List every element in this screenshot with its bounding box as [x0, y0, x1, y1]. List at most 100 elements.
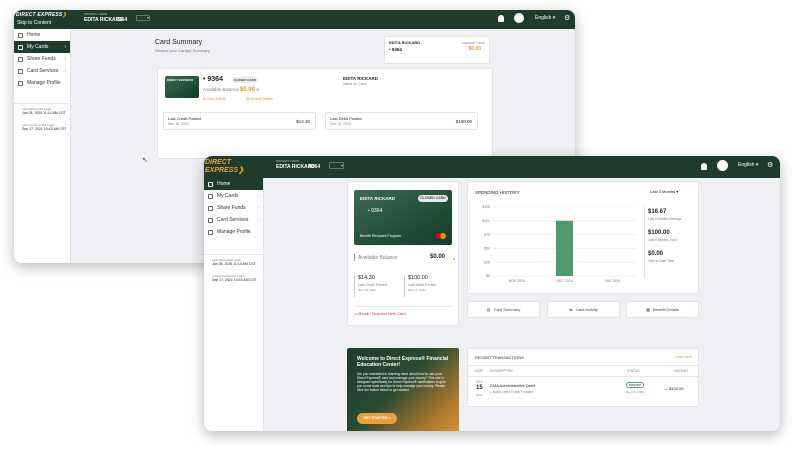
last-debit-date: Dec 15, 2024	[330, 122, 351, 126]
y-tick-label: $100	[482, 219, 490, 223]
card-summary-button[interactable]: ▤ Card Summary	[467, 301, 540, 318]
last-credit-label: Last Credit Posted	[168, 116, 201, 121]
txn-description: CMA Administrative Debit	[490, 383, 536, 388]
card-activity-button-label: Card Activity	[575, 307, 598, 312]
y-tick-label: $50	[484, 247, 490, 251]
services-icon	[208, 217, 213, 223]
transactions-title: RECENT TRANSACTIONS	[475, 355, 524, 360]
mini-card-balance: $0.00	[468, 46, 481, 52]
sidebar-item-share-funds[interactable]: Share Funds ›	[14, 53, 70, 65]
range-select-label: Last 3 Months	[650, 189, 676, 194]
last-credit-label: Last Credit Posted	[358, 283, 387, 287]
x-tick-label: JAN 2025	[604, 279, 619, 283]
chevron-down-icon: ▾	[676, 189, 679, 194]
sidebar-item-label: Card Services	[217, 217, 249, 223]
bell-icon[interactable]	[701, 163, 707, 170]
bell-icon[interactable]	[498, 15, 504, 22]
info-icon: ●	[256, 87, 259, 92]
sidebar-item-manage-profile[interactable]: Manage Profile	[14, 77, 70, 89]
profile-icon	[208, 229, 213, 235]
sidebar: Home My Cards › Share Funds › Card Service…	[14, 29, 71, 263]
page-title: Card Summary	[155, 39, 203, 46]
col-description-header: DESCRIPTION	[490, 369, 513, 373]
language-label: English	[535, 15, 552, 21]
sidebar-item-label: Home	[27, 32, 41, 38]
sidebar-item-label: Home	[217, 181, 231, 187]
skip-to-content-link[interactable]: Skip to Content	[17, 20, 51, 26]
sidebar-item-card-services[interactable]: Card Services ›	[204, 214, 263, 226]
sidebar-item-manage-profile[interactable]: Manage Profile	[204, 226, 263, 238]
last-credit-date: Nov 18, 2024	[358, 288, 376, 292]
header-card-number: 9364	[116, 17, 128, 23]
range-select[interactable]: Last 3 Months ▾	[650, 189, 678, 194]
profile-icon	[18, 80, 23, 86]
card-activity-button[interactable]: ⇆ Card Activity	[547, 301, 620, 318]
sidebar-item-my-cards[interactable]: My Cards ›	[14, 41, 70, 53]
sidebar-item-card-services[interactable]: Card Services ›	[14, 65, 70, 77]
primary-card-label: PRIMARY CARD	[84, 12, 107, 16]
home-icon	[18, 32, 23, 38]
six-month-average-label: Last 6 Months Average	[648, 217, 682, 221]
sidebar-item-my-cards[interactable]: My Cards ›	[204, 190, 263, 202]
y-tick-label: $75	[484, 233, 490, 237]
mini-card-number: • 9364	[389, 47, 402, 52]
language-select[interactable]: English ▾	[738, 162, 758, 168]
last-credit-value: $14.30	[296, 119, 310, 124]
txn-amount: — $100.00	[664, 386, 684, 391]
sidebar-item-share-funds[interactable]: Share Funds ›	[204, 202, 263, 214]
get-started-button[interactable]: GET STARTED »	[357, 413, 397, 424]
x-tick-label: DEC 2024	[556, 279, 572, 283]
mini-card-tile[interactable]: EDITA RICKARD PRIMARY CARD • 9364 $0.00	[384, 36, 490, 64]
status-badge: POSTED	[626, 382, 644, 388]
available-balance-value: $0.00	[239, 87, 255, 93]
col-status-header: STATUS	[627, 369, 640, 373]
last-debit-value: $100.00	[455, 119, 472, 124]
recent-transactions-panel: RECENT TRANSACTIONS View More DATE DESCR…	[467, 348, 699, 407]
view-more-link[interactable]: View More	[676, 355, 692, 359]
sidebar-item-home[interactable]: Home	[204, 178, 263, 190]
mouse-cursor-icon: ↖	[142, 157, 148, 164]
ytd-total-label: Year to Date Total	[648, 259, 675, 263]
sidebar-item-label: Share Funds	[27, 56, 56, 62]
available-balance-label: Available Balance	[358, 255, 398, 261]
gear-icon[interactable]: ⚙	[767, 161, 773, 169]
chevron-right-icon: ›	[257, 193, 259, 199]
promo-title: Welcome to Direct Express® Financial Edu…	[357, 356, 449, 368]
avatar-icon[interactable]	[514, 13, 524, 23]
chevron-down-icon: ▾	[146, 15, 149, 20]
benefit-details-button-label: Benefit Details	[652, 307, 679, 312]
sidebar-item-home[interactable]: Home	[14, 29, 70, 41]
divider	[644, 206, 645, 278]
chart-bar[interactable]	[556, 220, 573, 276]
card-icon	[18, 44, 23, 50]
ytd-total-value: $0.00	[648, 251, 664, 257]
language-select[interactable]: English ▾	[535, 15, 555, 21]
brand-logo[interactable]: DIRECT EXPRESS❯	[205, 159, 267, 174]
language-label: English	[738, 162, 755, 168]
primary-card-label: PRIMARY CARD	[276, 159, 299, 163]
gear-icon[interactable]: ⚙	[564, 14, 570, 22]
share-icon	[208, 205, 213, 211]
card-block-icon: ▭	[354, 311, 358, 316]
name-on-card-value: EDITA RICKARD	[343, 76, 378, 81]
activity-icon: ⇆	[203, 97, 206, 101]
benefit-details-button[interactable]: ▦ Benefit Details	[626, 301, 699, 318]
col-date-header: DATE	[475, 369, 484, 373]
card-select-dropdown[interactable]: ▾	[329, 162, 344, 169]
card-select-dropdown[interactable]: ▾	[136, 15, 150, 21]
block-request-card-link[interactable]: ▭ Block / Request New Card	[354, 311, 406, 316]
view-activity-label: View Activity	[206, 97, 227, 101]
card-detail-panel: DIRECT EXPRESS • 9364 CLOSED CARD Availa…	[157, 68, 493, 159]
chevron-right-icon: ›	[257, 205, 259, 211]
main-content: EDITA RICKARD CLOSED CARD • 9364 Benefit…	[264, 178, 780, 431]
chevron-right-icon: ›	[64, 68, 66, 74]
benefit-details-link[interactable]: ▤ Benefit Details	[246, 97, 273, 101]
last-debit-value: $100.00	[408, 275, 428, 281]
avatar-icon[interactable]	[717, 160, 728, 171]
view-activity-link[interactable]: ⇆ View Activity	[203, 97, 226, 101]
card-image[interactable]: EDITA RICKARD CLOSED CARD • 9364 Benefit…	[354, 190, 452, 245]
chart-panel-edge	[469, 199, 470, 289]
brand-logo-text: DIRECT EXPRESS	[205, 159, 239, 174]
table-row[interactable]: DEC 15 2024 CMA Administrative Debit ● B…	[468, 377, 698, 402]
last-debit-date: Dec 15, 2024	[408, 288, 426, 292]
